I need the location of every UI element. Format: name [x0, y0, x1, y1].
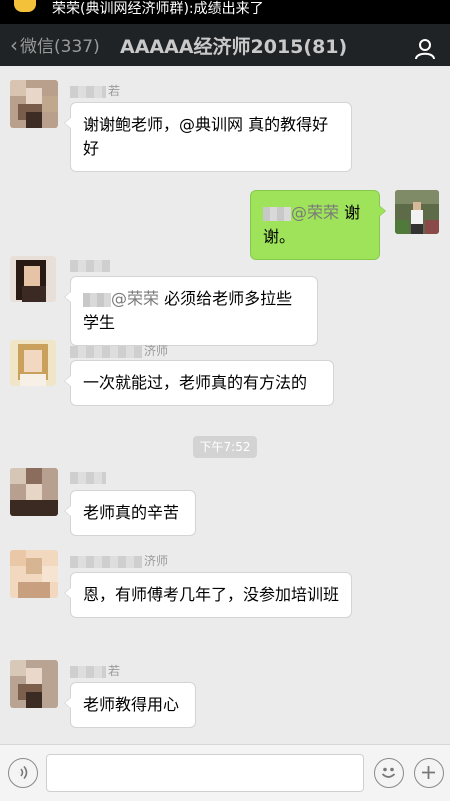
notification-text: 荣荣(典训网经济师群):成绩出来了	[52, 1, 264, 17]
avatar[interactable]	[10, 468, 58, 516]
message-text: 一次就能过，老师真的有方法的	[83, 373, 308, 392]
emoji-button[interactable]	[374, 758, 404, 788]
back-label: 微信(337)	[20, 37, 100, 57]
add-button[interactable]	[414, 758, 444, 788]
back-button[interactable]: ‹ 微信(337)	[10, 32, 100, 57]
message-text: 老师真的辛苦	[83, 503, 180, 522]
message-text: 恩，有师傅考几年了，没参加培训班	[83, 585, 340, 604]
nav-bar: ‹ 微信(337) AAAAA经济师2015(81)	[0, 24, 450, 66]
avatar[interactable]	[10, 340, 56, 386]
avatar[interactable]	[10, 80, 58, 128]
avatar[interactable]	[10, 660, 58, 708]
voice-button[interactable]	[8, 758, 38, 788]
message-bubble[interactable]: 谢谢鲍老师，@典训网 真的教得好好	[64, 102, 352, 172]
message-bubble[interactable]: @荣荣 必须给老师多拉些学生	[64, 276, 318, 346]
mention: @荣荣	[83, 289, 159, 308]
message-bubble[interactable]: @荣荣 谢谢。	[250, 190, 386, 260]
notification-banner[interactable]: 荣荣(典训网经济师群):成绩出来了	[0, 0, 450, 24]
chat-title: AAAAA经济师2015(81)	[120, 36, 348, 58]
message-bubble[interactable]: 恩，有师傅考几年了，没参加培训班	[64, 572, 352, 618]
plus-icon	[422, 766, 435, 779]
message-bubble[interactable]: 老师教得用心	[64, 682, 196, 728]
app-icon	[14, 0, 36, 12]
avatar[interactable]	[10, 550, 58, 598]
input-bar	[0, 744, 450, 801]
message-bubble[interactable]: 一次就能过，老师真的有方法的	[64, 360, 334, 406]
sender-name: 若	[70, 662, 120, 679]
sender-name: 济师	[70, 552, 168, 569]
sender-name: 济师	[70, 342, 168, 359]
avatar[interactable]	[395, 190, 439, 234]
message-bubble[interactable]: 老师真的辛苦	[64, 490, 196, 536]
timestamp-badge: 下午7:52	[193, 436, 257, 458]
avatar[interactable]	[10, 256, 56, 302]
mention: @荣荣	[263, 203, 339, 222]
message-input[interactable]	[46, 754, 364, 792]
sender-name: 若	[70, 82, 120, 99]
message-text: 谢谢鲍老师，@典训网 真的教得好好	[83, 115, 329, 158]
chevron-left-icon: ‹	[10, 33, 18, 57]
message-text: 老师教得用心	[83, 695, 180, 714]
sender-name	[70, 470, 108, 484]
emoji-icon	[381, 767, 396, 778]
person-icon[interactable]	[414, 38, 436, 60]
voice-icon	[18, 765, 28, 780]
sender-name	[70, 258, 112, 272]
